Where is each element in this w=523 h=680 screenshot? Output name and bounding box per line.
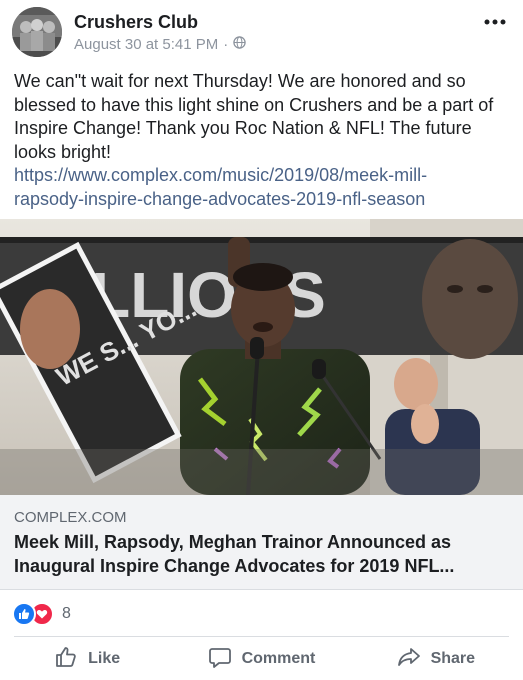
post-text: We can"t wait for next Thursday! We are … bbox=[14, 70, 514, 211]
link-preview-card[interactable]: COMPLEX.COM Meek Mill, Rapsody, Meghan T… bbox=[0, 495, 523, 590]
post-text-line: looks bright! bbox=[14, 141, 112, 162]
comment-button[interactable]: Comment bbox=[174, 638, 348, 680]
post-text-line: blessed to have this light shine on Crus… bbox=[14, 94, 494, 115]
reaction-count: 8 bbox=[62, 605, 71, 622]
share-arrow-icon bbox=[397, 645, 421, 674]
more-options-icon[interactable] bbox=[481, 12, 509, 32]
divider bbox=[14, 636, 509, 637]
post-link[interactable]: https://www.complex.com/music/2019/08/me… bbox=[14, 164, 514, 211]
link-title: Meek Mill, Rapsody, Meghan Trainor Annou… bbox=[14, 530, 509, 578]
globe-icon bbox=[233, 36, 246, 53]
post-timestamp[interactable]: August 30 at 5:41 PM bbox=[74, 36, 218, 53]
link-title-line: Meek Mill, Rapsody, Meghan Trainor Annou… bbox=[14, 532, 452, 552]
comment-label: Comment bbox=[241, 650, 316, 667]
action-bar: Like Comment Share bbox=[0, 638, 523, 680]
link-domain: COMPLEX.COM bbox=[14, 509, 127, 526]
post-meta: August 30 at 5:41 PM · bbox=[74, 36, 246, 53]
comment-bubble-icon bbox=[208, 645, 232, 674]
avatar[interactable] bbox=[12, 7, 62, 57]
post-header: Crushers Club August 30 at 5:41 PM · bbox=[0, 0, 523, 64]
thumbs-up-icon bbox=[54, 645, 78, 674]
link-preview-image[interactable]: MILLIONS WE S... YO... bbox=[0, 219, 523, 495]
share-label: Share bbox=[430, 650, 476, 667]
like-reaction-icon bbox=[12, 602, 36, 626]
like-button[interactable]: Like bbox=[0, 638, 174, 680]
reactions-summary[interactable]: 8 bbox=[12, 602, 71, 626]
post-link-line[interactable]: https://www.complex.com/music/2019/08/me… bbox=[14, 164, 514, 188]
like-label: Like bbox=[88, 650, 121, 667]
link-title-line: Inaugural Inspire Change Advocates for 2… bbox=[14, 556, 455, 576]
author-name[interactable]: Crushers Club bbox=[74, 12, 198, 33]
event-photo: MILLIONS WE S... YO... bbox=[0, 219, 523, 495]
meta-separator: · bbox=[223, 36, 229, 53]
post-text-line: We can"t wait for next Thursday! We are … bbox=[14, 71, 466, 91]
avatar-image bbox=[12, 7, 62, 57]
post-link-line[interactable]: rapsody-inspire-change-advocates-2019-nf… bbox=[14, 188, 514, 212]
share-button[interactable]: Share bbox=[349, 638, 523, 680]
post-text-line: Inspire Change! Thank you Roc Nation & N… bbox=[14, 118, 472, 138]
